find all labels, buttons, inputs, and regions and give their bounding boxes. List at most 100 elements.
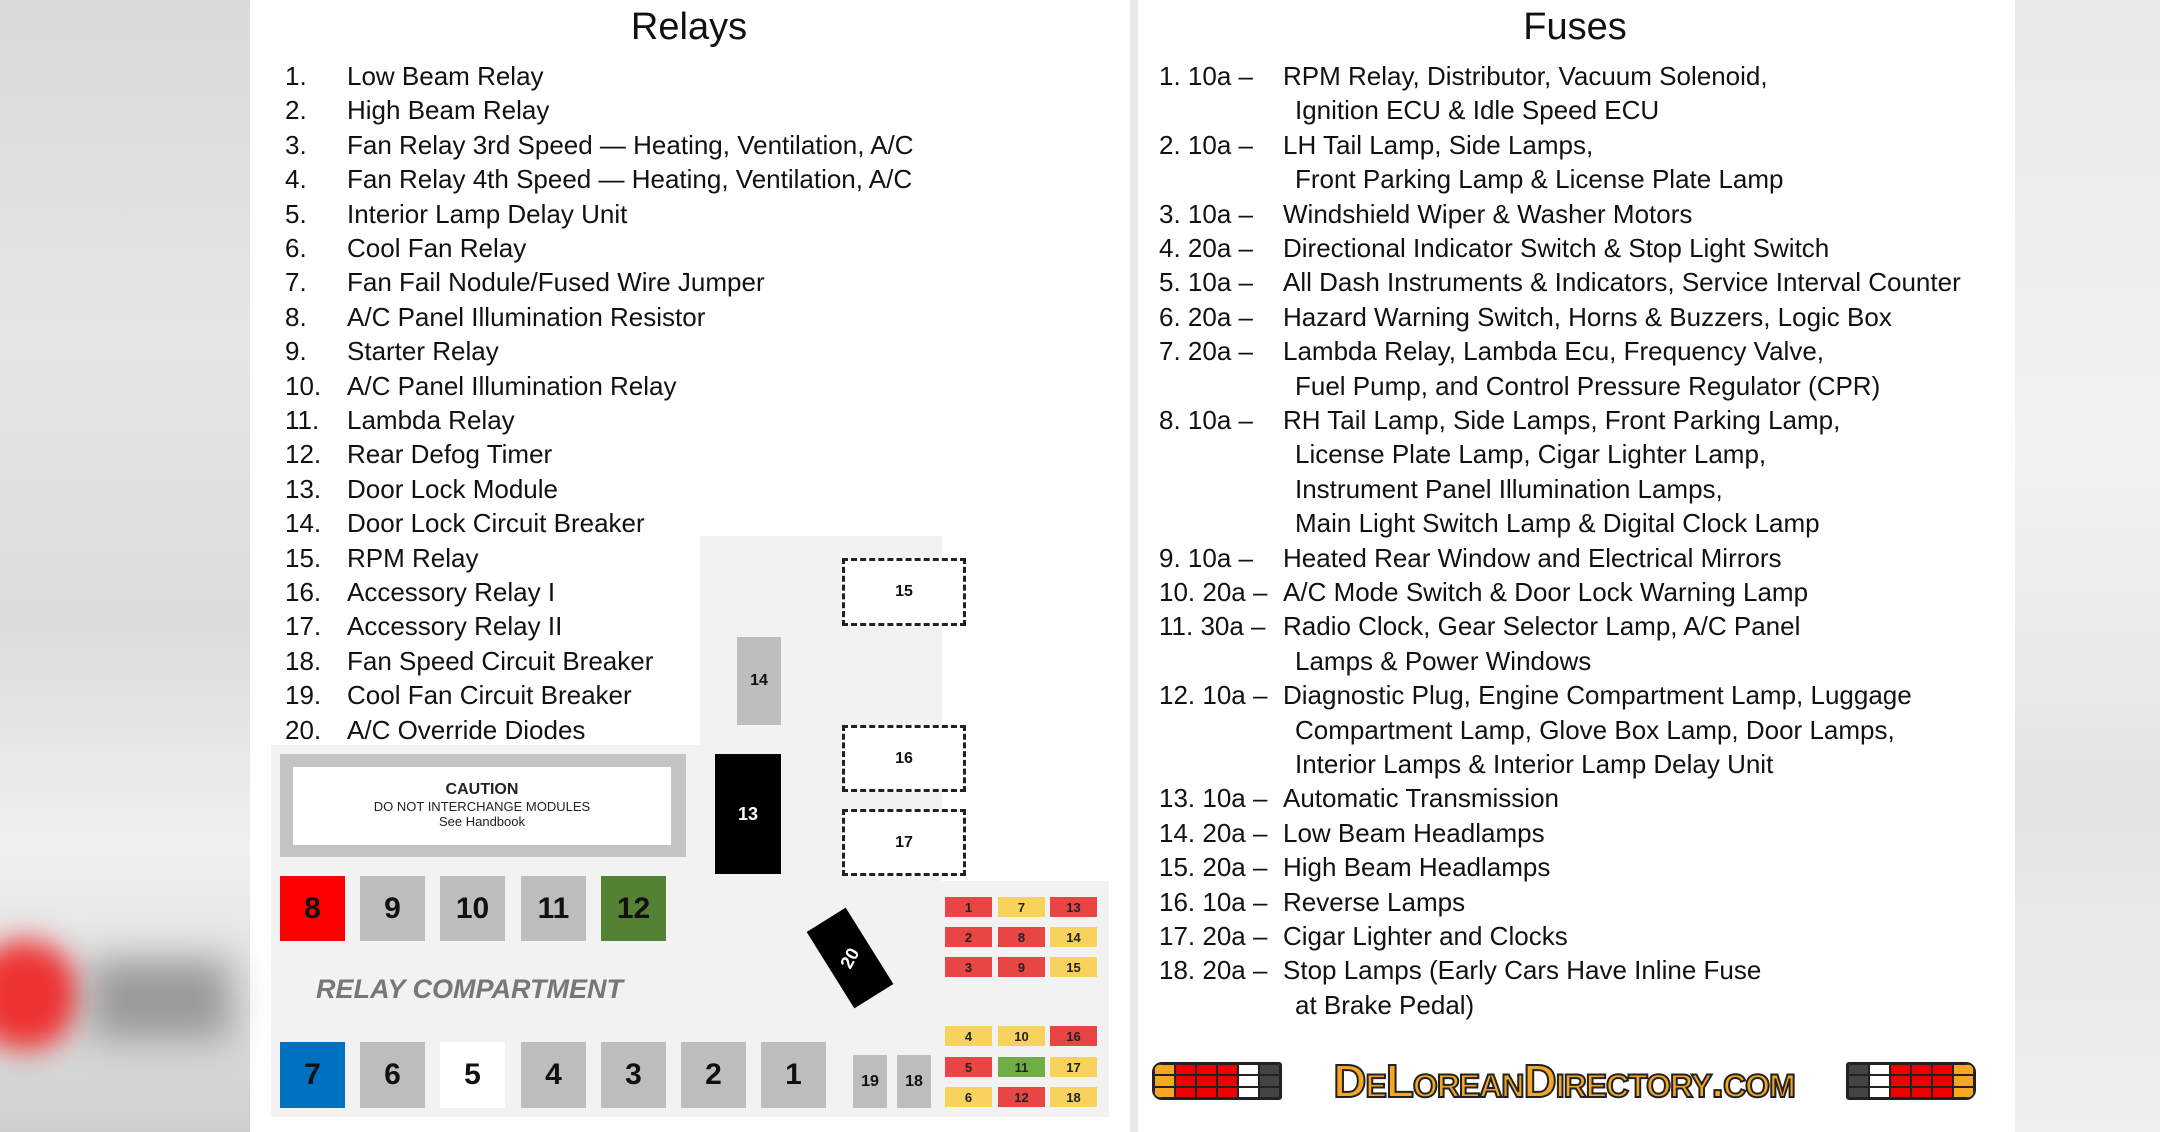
relay-number: 20. xyxy=(285,714,322,745)
fuse-11: 11 xyxy=(998,1057,1045,1077)
fuse-number: 6. 20a – xyxy=(1159,301,1253,332)
fuse-5: 5 xyxy=(945,1057,992,1077)
fuse-18: 18 xyxy=(1050,1087,1097,1107)
fuse-description: Low Beam Headlamps xyxy=(1283,817,1545,848)
fuse-description: RPM Relay, Distributor, Vacuum Solenoid, xyxy=(1283,61,1768,91)
fuse-description: Diagnostic Plug, Engine Compartment Lamp… xyxy=(1283,680,1912,711)
fuse-description: Heated Rear Window and Electrical Mirror… xyxy=(1283,542,1782,573)
relay-15-slot: 15 xyxy=(842,558,966,626)
fuse-number: 8. 10a – xyxy=(1159,405,1253,435)
caution-label: CAUTION DO NOT INTERCHANGE MODULES See H… xyxy=(280,754,686,857)
relay-name: Low Beam Relay xyxy=(347,61,544,91)
fuse-number: 13. 10a – xyxy=(1159,783,1268,814)
fuse-description: Cigar Lighter and Clocks xyxy=(1283,921,1568,951)
relay-number: 7. xyxy=(285,267,307,298)
relay-13: 13 xyxy=(715,754,781,874)
relay-number: 14. xyxy=(285,508,322,539)
fuse-description: Lamps & Power Windows xyxy=(1295,645,1592,676)
relay-name: Cool Fan Circuit Breaker xyxy=(347,680,632,711)
relay-number: 3. xyxy=(285,129,307,160)
relay-compartment-label: RELAY COMPARTMENT xyxy=(316,974,624,1004)
relay-number: 17. xyxy=(285,611,322,642)
fuse-description: LH Tail Lamp, Side Lamps, xyxy=(1283,129,1594,160)
fuse-description: Front Parking Lamp & License Plate Lamp xyxy=(1295,164,1784,195)
fuse-3: 3 xyxy=(945,957,992,977)
caution-line: DO NOT INTERCHANGE MODULES xyxy=(373,799,591,814)
relay-19: 19 xyxy=(853,1055,887,1108)
relay-number: 15. xyxy=(285,542,322,573)
relay-2: 2 xyxy=(681,1042,746,1108)
fuse-6: 6 xyxy=(945,1087,992,1107)
relay-number: 2. xyxy=(285,95,307,126)
relay-number: 13. xyxy=(285,473,322,504)
fuse-7: 7 xyxy=(998,897,1045,917)
relay-name: Fan Relay 3rd Speed — Heating, Ventilati… xyxy=(347,129,914,160)
relay-name: Starter Relay xyxy=(347,336,499,367)
fuse-number: 4. 20a – xyxy=(1159,233,1253,263)
fuse-description: Lambda Relay, Lambda Ecu, Frequency Valv… xyxy=(1283,336,1824,367)
fuse-number: 15. 20a – xyxy=(1159,852,1268,883)
fuse-number: 10. 20a – xyxy=(1159,577,1268,607)
fuses-title: Fuses xyxy=(1523,6,1627,48)
panel-divider xyxy=(1130,0,1138,1132)
relay-name: RPM Relay xyxy=(347,542,479,573)
relay-name: Door Lock Circuit Breaker xyxy=(347,508,645,539)
fuse-number: 5. 10a – xyxy=(1159,267,1253,298)
relay-number: 12. xyxy=(285,439,322,470)
relay-name: A/C Override Diodes xyxy=(347,714,586,745)
fuse-4: 4 xyxy=(945,1026,992,1046)
relay-1: 1 xyxy=(761,1042,826,1108)
relay-11: 11 xyxy=(521,876,586,941)
fuse-16: 16 xyxy=(1050,1026,1097,1046)
fuse-number: 9. 10a – xyxy=(1159,542,1253,573)
fuse-description: Main Light Switch Lamp & Digital Clock L… xyxy=(1295,508,1820,539)
relay-18: 18 xyxy=(897,1055,931,1108)
relay-name: Rear Defog Timer xyxy=(347,439,553,470)
relay-name: Fan Fail Nodule/Fused Wire Jumper xyxy=(347,267,765,298)
relay-3: 3 xyxy=(601,1042,666,1108)
fuse-description: Automatic Transmission xyxy=(1283,783,1559,814)
fuse-description: License Plate Lamp, Cigar Lighter Lamp, xyxy=(1295,439,1767,470)
fuse-description: Ignition ECU & Idle Speed ECU xyxy=(1295,95,1660,126)
relay-name: Door Lock Module xyxy=(347,473,558,504)
fuse-description: A/C Mode Switch & Door Lock Warning Lamp xyxy=(1283,577,1809,607)
fuse-description: Reverse Lamps xyxy=(1283,886,1466,917)
fuse-number: 16. 10a – xyxy=(1159,886,1268,917)
taillight-icon xyxy=(1152,1062,1282,1100)
relay-17-slot: 17 xyxy=(842,809,966,876)
fuse-12: 12 xyxy=(998,1087,1045,1107)
relay-number: 5. xyxy=(285,198,307,229)
relay-number: 9. xyxy=(285,336,307,367)
relay-number: 4. xyxy=(285,164,307,195)
relay-name: Accessory Relay I xyxy=(347,577,556,607)
fuse-number: 3. 10a – xyxy=(1159,198,1253,229)
relay-9: 9 xyxy=(360,876,425,941)
relay-5: 5 xyxy=(440,1042,505,1108)
fuse-9: 9 xyxy=(998,957,1045,977)
fuse-1: 1 xyxy=(945,897,992,917)
relay-number: 1. xyxy=(285,61,307,91)
blurred-background-right xyxy=(2015,0,2160,1132)
relay-name: Fan Relay 4th Speed — Heating, Ventilati… xyxy=(347,164,913,195)
relay-number: 6. xyxy=(285,233,307,263)
fuse-description: High Beam Headlamps xyxy=(1283,852,1551,883)
fuse-number: 2. 10a – xyxy=(1159,129,1253,160)
fuse-description: Compartment Lamp, Glove Box Lamp, Door L… xyxy=(1295,714,1895,745)
relay-8: 8 xyxy=(280,876,345,941)
relay-number: 10. xyxy=(285,370,322,401)
fuse-description: All Dash Instruments & Indicators, Servi… xyxy=(1283,267,1961,298)
relay-number: 19. xyxy=(285,680,322,711)
relay-name: A/C Panel Illumination Relay xyxy=(347,370,677,401)
fuse-description: Radio Clock, Gear Selector Lamp, A/C Pan… xyxy=(1283,611,1801,642)
relay-number: 18. xyxy=(285,645,322,676)
relay-number: 16. xyxy=(285,577,322,607)
taillight-icon xyxy=(1846,1062,1976,1100)
fuse-description: Directional Indicator Switch & Stop Ligh… xyxy=(1283,233,1830,263)
relay-name: Lambda Relay xyxy=(347,405,515,435)
relay-name: Accessory Relay II xyxy=(347,611,563,642)
fuse-number: 17. 20a – xyxy=(1159,921,1268,951)
relay-12: 12 xyxy=(601,876,666,941)
fuse-description: RH Tail Lamp, Side Lamps, Front Parking … xyxy=(1283,405,1841,435)
relay-14: 14 xyxy=(737,637,781,725)
relay-name: A/C Panel Illumination Resistor xyxy=(347,301,706,332)
